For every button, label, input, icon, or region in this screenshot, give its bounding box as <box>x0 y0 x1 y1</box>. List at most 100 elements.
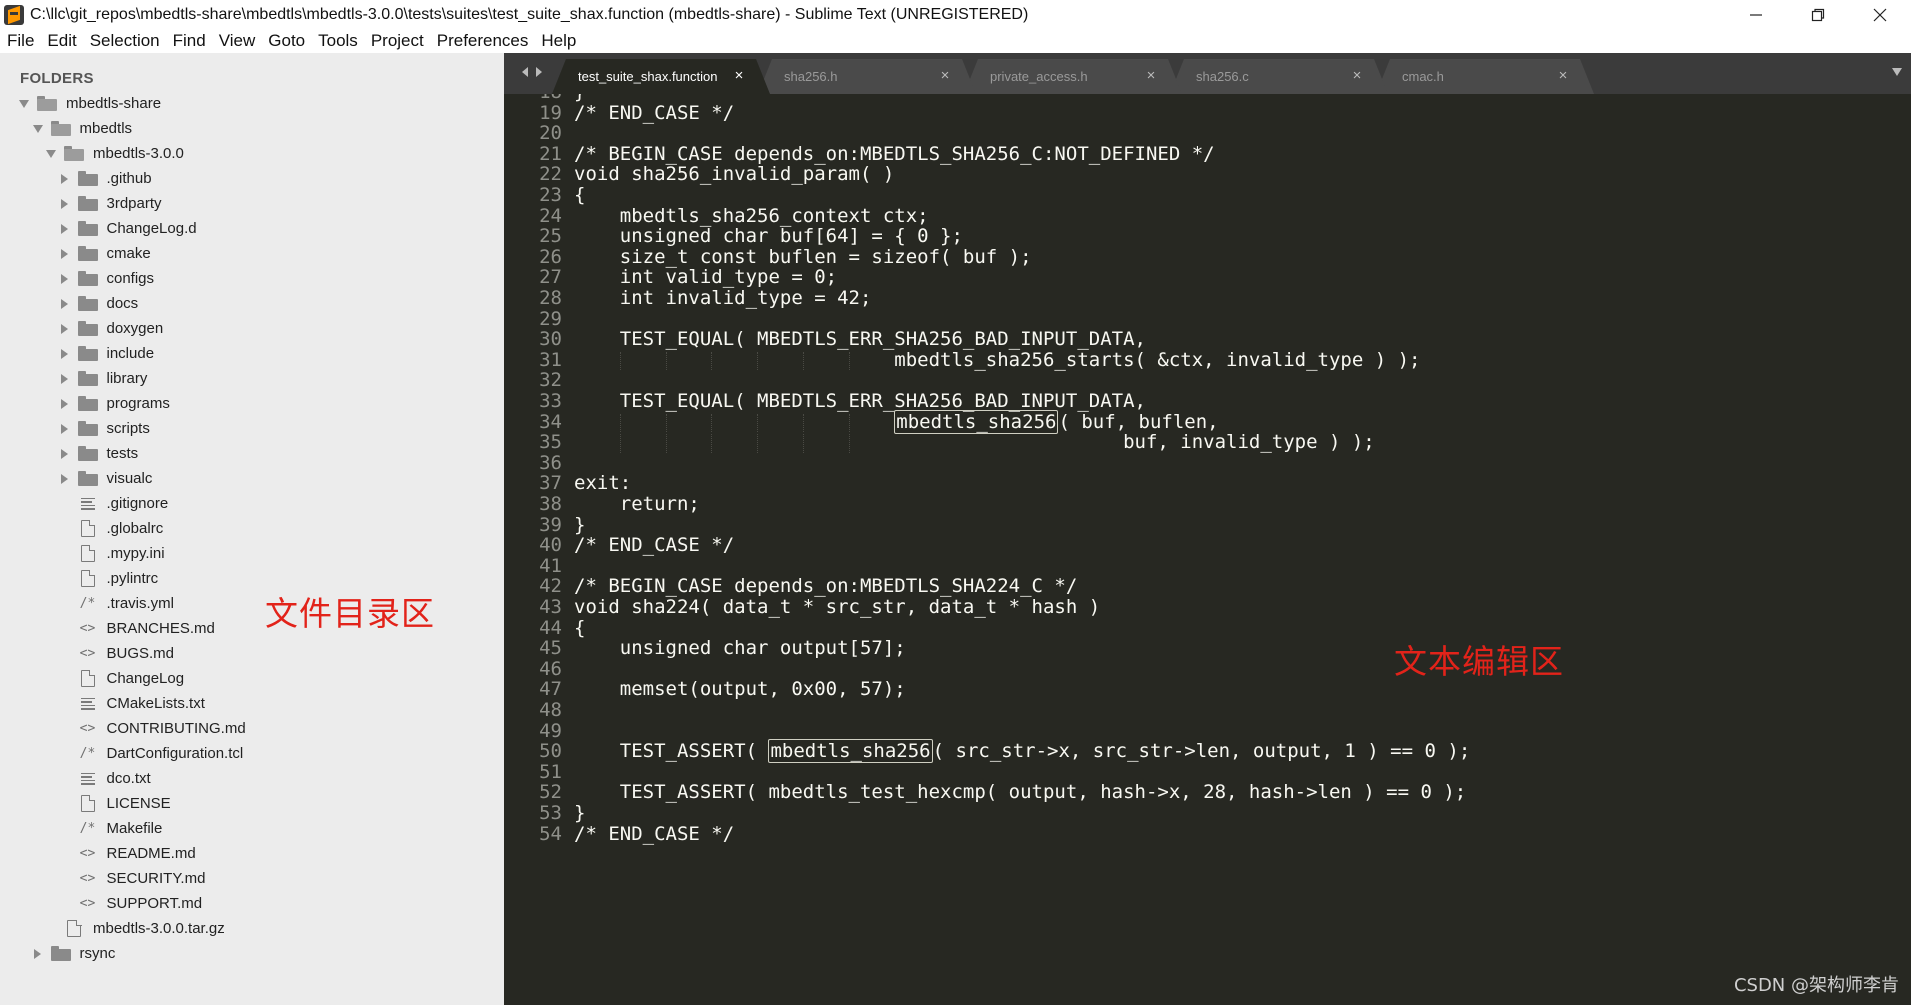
tab-next-icon[interactable] <box>534 66 544 78</box>
collapsed-arrow-icon[interactable] <box>59 173 71 185</box>
tab-private-access-h[interactable]: private_access.h × <box>964 59 1182 94</box>
tree-folder[interactable]: rsync <box>0 941 504 966</box>
tree-folder[interactable]: programs <box>0 391 504 416</box>
code-line: mbedtls_sha256_starts( &ctx, invalid_typ… <box>574 348 1421 371</box>
collapsed-arrow-icon[interactable] <box>59 473 71 485</box>
tab-sha256-h[interactable]: sha256.h × <box>758 59 976 94</box>
tab-prev-icon[interactable] <box>520 66 530 78</box>
tree-file[interactable]: .globalrc <box>0 516 504 541</box>
tab-sha256-c[interactable]: sha256.c × <box>1170 59 1388 94</box>
tab-close-icon[interactable]: × <box>938 68 952 83</box>
indent-guide <box>803 351 804 371</box>
tree-folder[interactable]: doxygen <box>0 316 504 341</box>
tab-dropdown-icon[interactable] <box>1891 67 1903 77</box>
tree-item-label: BUGS.md <box>106 645 175 662</box>
collapsed-arrow-icon[interactable] <box>32 948 44 960</box>
tree-item-label: .globalrc <box>106 520 164 537</box>
file-icon <box>77 669 99 687</box>
tree-file[interactable]: ChangeLog <box>0 666 504 691</box>
tree-file[interactable]: <> SECURITY.md <box>0 866 504 891</box>
tab-close-icon[interactable]: × <box>732 68 746 83</box>
tree-folder[interactable]: scripts <box>0 416 504 441</box>
tree-folder[interactable]: mbedtls-3.0.0 <box>0 141 504 166</box>
tree-file[interactable]: /* DartConfiguration.tcl <box>0 741 504 766</box>
indent-guide <box>711 351 713 371</box>
tree-folder[interactable]: tests <box>0 441 504 466</box>
code-area[interactable]: }/* END_CASE *//* BEGIN_CASE depends_on:… <box>574 94 1754 1005</box>
tree-file[interactable]: /* Makefile <box>0 816 504 841</box>
tree-file[interactable]: mbedtls-3.0.0.tar.gz <box>0 916 504 941</box>
collapsed-arrow-icon[interactable] <box>59 248 71 260</box>
folder-icon <box>77 321 99 337</box>
menu-view[interactable]: View <box>213 29 262 53</box>
tree-item-label: include <box>106 345 155 362</box>
tree-item-label: BRANCHES.md <box>106 620 215 637</box>
menu-selection[interactable]: Selection <box>84 29 166 53</box>
menu-preferences[interactable]: Preferences <box>431 29 535 53</box>
tree-file[interactable]: <> README.md <box>0 841 504 866</box>
tree-file[interactable]: <> SUPPORT.md <box>0 891 504 916</box>
menu-tools[interactable]: Tools <box>312 29 364 53</box>
tree-folder[interactable]: docs <box>0 291 504 316</box>
menu-help[interactable]: Help <box>535 29 582 53</box>
tree-folder[interactable]: 3rdparty <box>0 191 504 216</box>
tree-item-label: configs <box>106 270 155 287</box>
tab-close-icon[interactable]: × <box>1556 68 1570 83</box>
code-editor[interactable]: 1819202122232425262728293031323334353637… <box>504 94 1911 1005</box>
tree-item-label: scripts <box>106 420 150 437</box>
tree-file[interactable]: dco.txt <box>0 766 504 791</box>
tree-folder[interactable]: mbedtls-share <box>0 91 504 116</box>
collapsed-arrow-icon[interactable] <box>59 298 71 310</box>
collapsed-arrow-icon[interactable] <box>59 373 71 385</box>
code-line: /* END_CASE */ <box>574 534 735 557</box>
code-text: ( src_str->x, src_str->len, output, 1 ) … <box>932 740 1471 763</box>
annotation-file-tree-area: 文件目录区 <box>265 594 435 633</box>
collapsed-arrow-icon[interactable] <box>59 323 71 335</box>
tab-test-suite-shax-function[interactable]: test_suite_shax.function × <box>552 59 770 94</box>
tab-close-icon[interactable]: × <box>1144 68 1158 83</box>
collapsed-arrow-icon[interactable] <box>59 448 71 460</box>
menu-file[interactable]: File <box>1 29 40 53</box>
tree-file[interactable]: CMakeLists.txt <box>0 691 504 716</box>
tree-folder[interactable]: cmake <box>0 241 504 266</box>
expanded-arrow-icon[interactable] <box>45 148 57 160</box>
tree-folder[interactable]: visualc <box>0 466 504 491</box>
tree-item-label: .mypy.ini <box>106 545 165 562</box>
collapsed-arrow-icon[interactable] <box>59 273 71 285</box>
tree-file[interactable]: .gitignore <box>0 491 504 516</box>
collapsed-arrow-icon[interactable] <box>59 423 71 435</box>
tab-cmac-h[interactable]: cmac.h × <box>1376 59 1594 94</box>
expanded-arrow-icon[interactable] <box>18 98 30 110</box>
collapsed-arrow-icon[interactable] <box>59 223 71 235</box>
tree-file[interactable]: <> BUGS.md <box>0 641 504 666</box>
close-button[interactable] <box>1849 0 1911 29</box>
folder-icon <box>77 396 99 412</box>
tree-folder[interactable]: include <box>0 341 504 366</box>
collapsed-arrow-icon[interactable] <box>59 198 71 210</box>
tree-folder[interactable]: ChangeLog.d <box>0 216 504 241</box>
tree-file[interactable]: <> CONTRIBUTING.md <box>0 716 504 741</box>
menu-find[interactable]: Find <box>167 29 212 53</box>
tab-close-icon[interactable]: × <box>1350 68 1364 83</box>
menu-project[interactable]: Project <box>365 29 430 53</box>
collapsed-arrow-icon[interactable] <box>59 348 71 360</box>
collapsed-arrow-icon[interactable] <box>59 398 71 410</box>
tree-file[interactable]: .mypy.ini <box>0 541 504 566</box>
maximize-button[interactable] <box>1787 0 1849 29</box>
expanded-arrow-icon[interactable] <box>32 123 44 135</box>
markup-file-icon: <> <box>79 621 96 636</box>
minimize-button[interactable] <box>1725 0 1787 29</box>
folder-icon <box>77 371 99 387</box>
tree-folder[interactable]: library <box>0 366 504 391</box>
menu-goto[interactable]: Goto <box>262 29 311 53</box>
tree-folder[interactable]: configs <box>0 266 504 291</box>
text-file-icon <box>77 771 99 787</box>
tree-folder[interactable]: mbedtls <box>0 116 504 141</box>
text-file-icon <box>77 696 99 712</box>
indent-guide <box>757 413 759 433</box>
menu-edit[interactable]: Edit <box>41 29 82 53</box>
tree-folder[interactable]: .github <box>0 166 504 191</box>
file-icon <box>77 519 99 537</box>
tree-file[interactable]: LICENSE <box>0 791 504 816</box>
indent-guide <box>711 413 713 433</box>
